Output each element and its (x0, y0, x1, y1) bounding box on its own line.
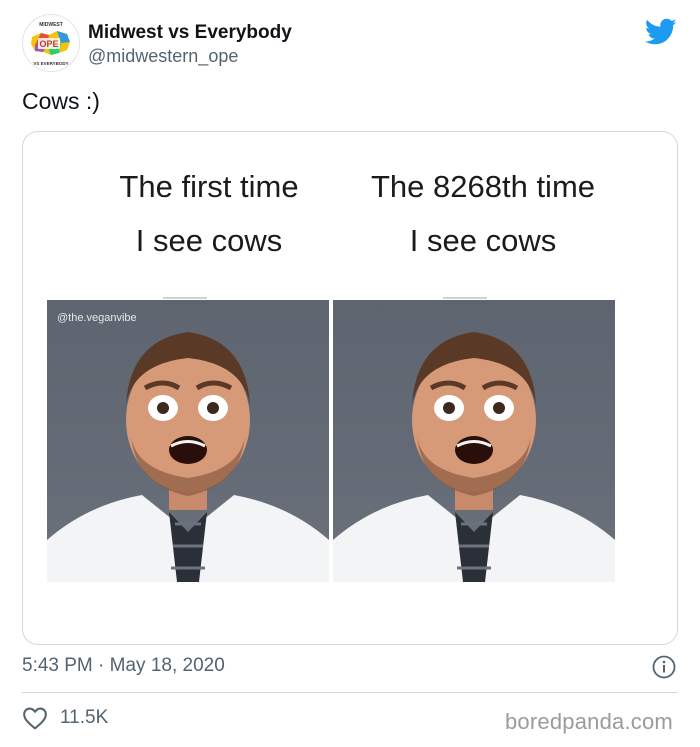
surprised-face-photo-right (333, 332, 615, 582)
left-photo: @the.veganvibe (47, 300, 329, 582)
photo-watermark: @the.veganvibe (57, 312, 137, 324)
twitter-bird-icon[interactable] (645, 18, 677, 46)
left-caption-line1: The first time (119, 169, 299, 204)
like-count[interactable]: 11.5K (60, 707, 108, 729)
info-icon[interactable] (652, 655, 676, 679)
tweet-text: Cows :) (22, 88, 100, 114)
avatar-center-text: OPE (39, 39, 58, 49)
tweet-header: OPE MIDWEST VS EVERYBODY Midwest vs Ever… (0, 0, 700, 82)
user-handle[interactable]: @midwestern_ope (88, 46, 238, 67)
divider-line (163, 297, 207, 299)
divider (22, 692, 678, 693)
tweet-timestamp[interactable]: 5:43 PM · May 18, 2020 (22, 655, 225, 677)
source-watermark: boredpanda.com (505, 709, 673, 734)
right-caption-line2: I see cows (409, 223, 557, 258)
tweet-media[interactable]: The first time I see cows The 8268th tim… (22, 131, 678, 645)
avatar-top-text: MIDWEST (39, 22, 63, 28)
right-caption-line1: The 8268th time (370, 169, 596, 204)
display-name[interactable]: Midwest vs Everybody (88, 22, 292, 44)
left-panel-caption: The first time I see cows (69, 160, 349, 268)
avatar-bottom-text: VS EVERYBODY (33, 61, 68, 66)
right-photo (333, 300, 615, 582)
right-panel-caption: The 8268th time I see cows (333, 160, 633, 268)
divider-line (443, 297, 487, 299)
surprised-face-photo-left (47, 332, 329, 582)
heart-icon[interactable] (22, 706, 48, 730)
avatar-logo-icon: OPE MIDWEST VS EVERYBODY (24, 16, 78, 70)
avatar[interactable]: OPE MIDWEST VS EVERYBODY (22, 14, 80, 72)
left-caption-line2: I see cows (135, 223, 283, 258)
